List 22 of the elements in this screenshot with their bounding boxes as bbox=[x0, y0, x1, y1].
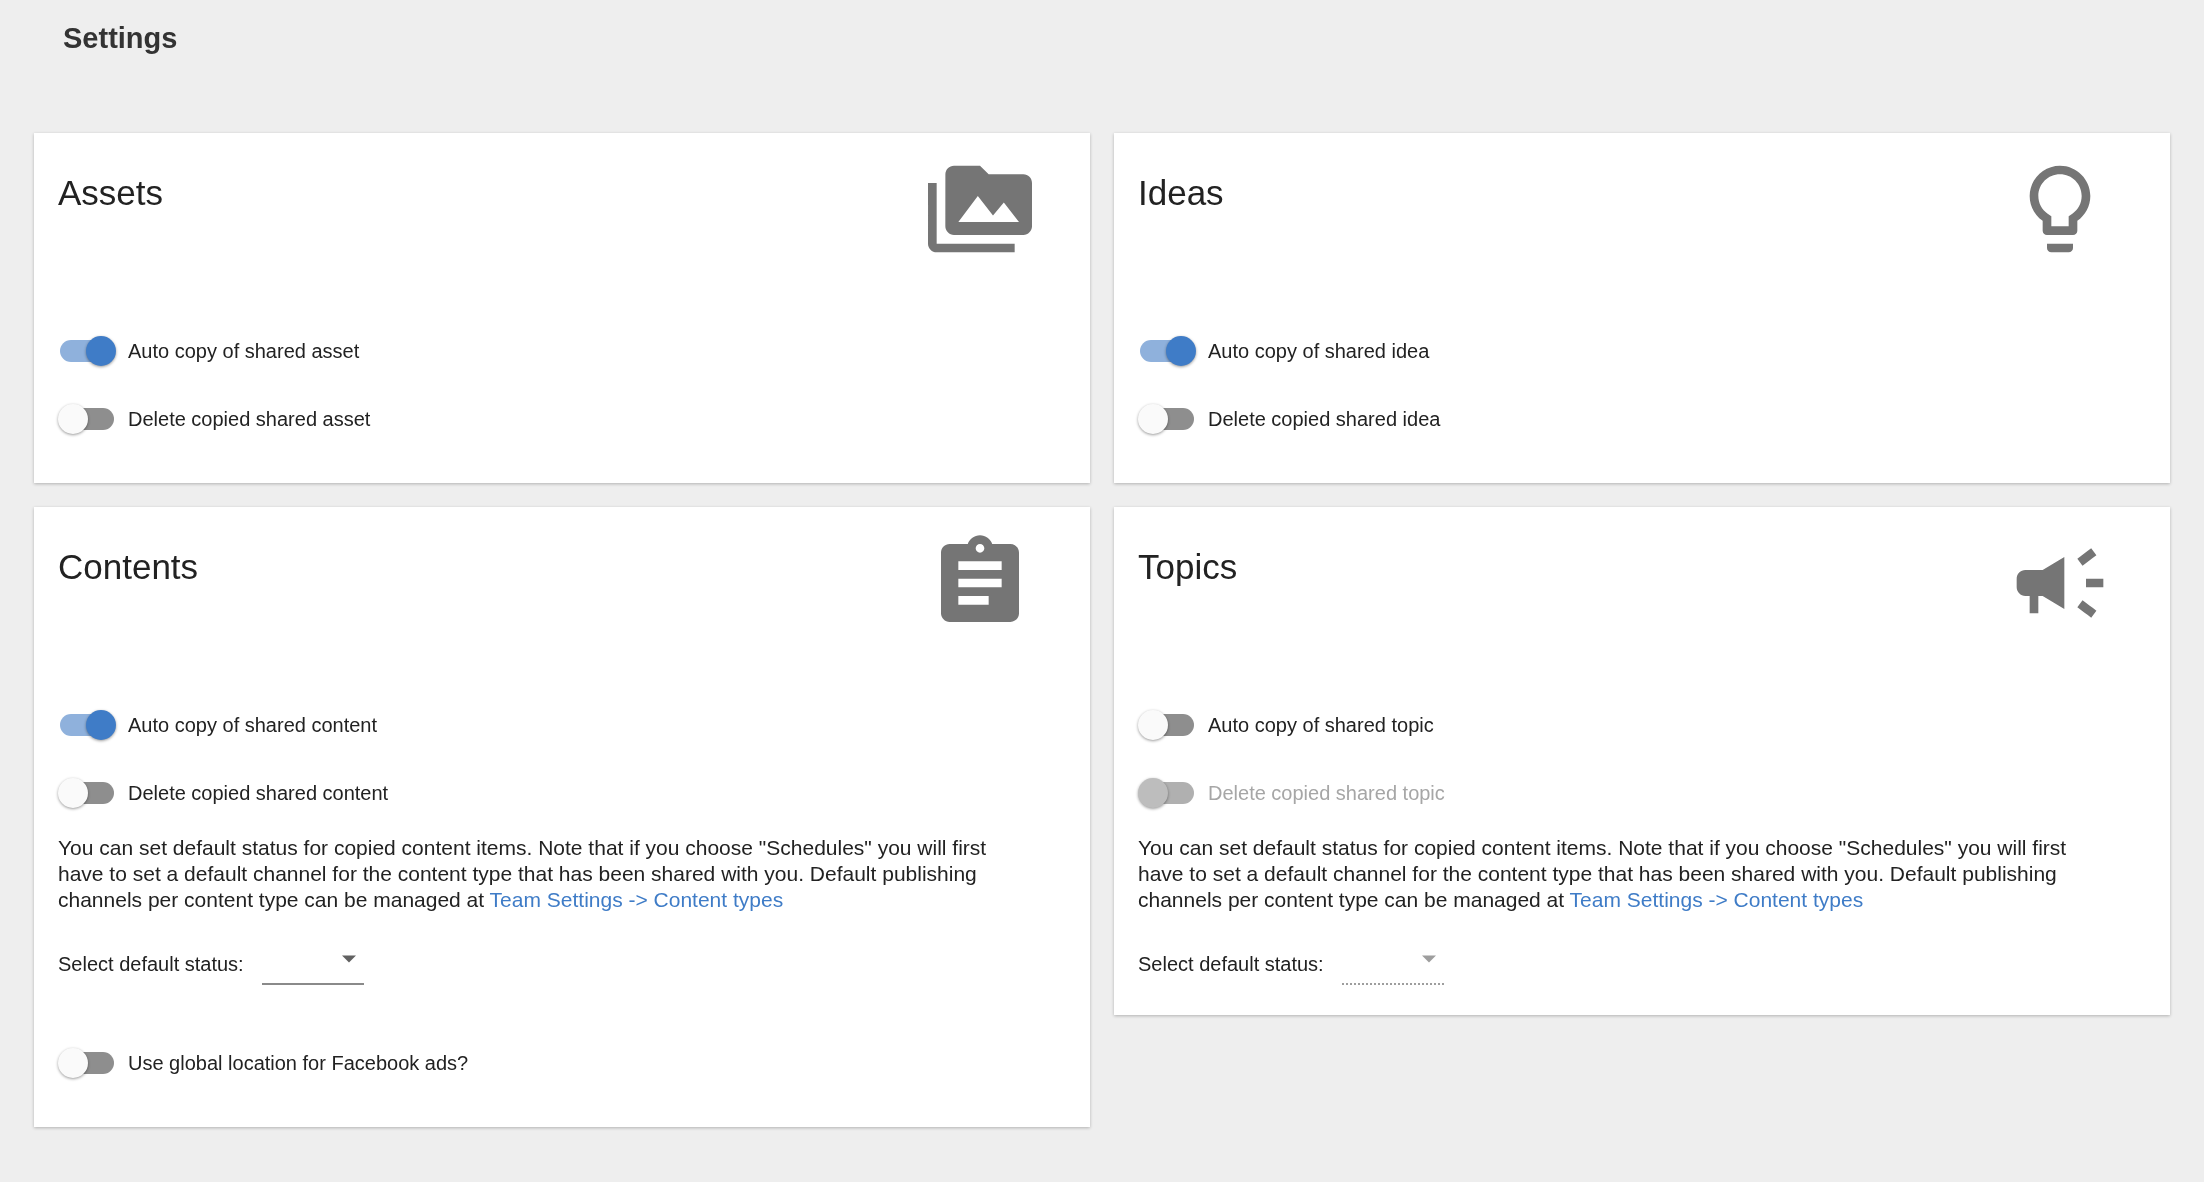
info-paragraph: You can set default status for copied content items. Note that if you choose "Schedules" you will first have to set a default channel for the content type that has been shared with you. Default publishing channels per content type can be managed at Team Settings -> Content types bbox=[58, 835, 988, 913]
switch-label: Delete copied shared content bbox=[128, 781, 389, 805]
switch-label: Auto copy of shared content bbox=[128, 713, 378, 737]
content-types-link[interactable]: Team Settings -> Content types bbox=[489, 888, 784, 911]
select-label: Select default status: bbox=[58, 952, 244, 976]
switch-label: Auto copy of shared idea bbox=[1208, 339, 1430, 363]
select-label: Select default status: bbox=[1138, 952, 1324, 976]
card-title: Assets bbox=[58, 173, 164, 213]
page-title: Settings bbox=[63, 22, 179, 55]
card-title: Topics bbox=[1138, 547, 1238, 587]
card-title: Ideas bbox=[1138, 173, 1224, 213]
switch-label: Delete copied shared topic bbox=[1208, 781, 1445, 805]
content-types-link[interactable]: Team Settings -> Content types bbox=[1569, 888, 1864, 911]
info-paragraph: You can set default status for copied content items. Note that if you choose "Schedules" you will first have to set a default channel for the content type that has been shared with you. Default publishing channels per content type can be managed at Team Settings -> Content types bbox=[1138, 835, 2068, 913]
card-title: Contents bbox=[58, 547, 199, 587]
switch-label: Delete copied shared asset bbox=[128, 407, 371, 431]
switch-label: Auto copy of shared topic bbox=[1208, 713, 1434, 737]
switch-label: Auto copy of shared asset bbox=[128, 339, 360, 363]
switch-label: Delete copied shared idea bbox=[1208, 407, 1441, 431]
switch-label: Use global location for Facebook ads? bbox=[128, 1051, 469, 1075]
caret-icon bbox=[1421, 955, 1436, 963]
caret-icon bbox=[341, 955, 356, 963]
